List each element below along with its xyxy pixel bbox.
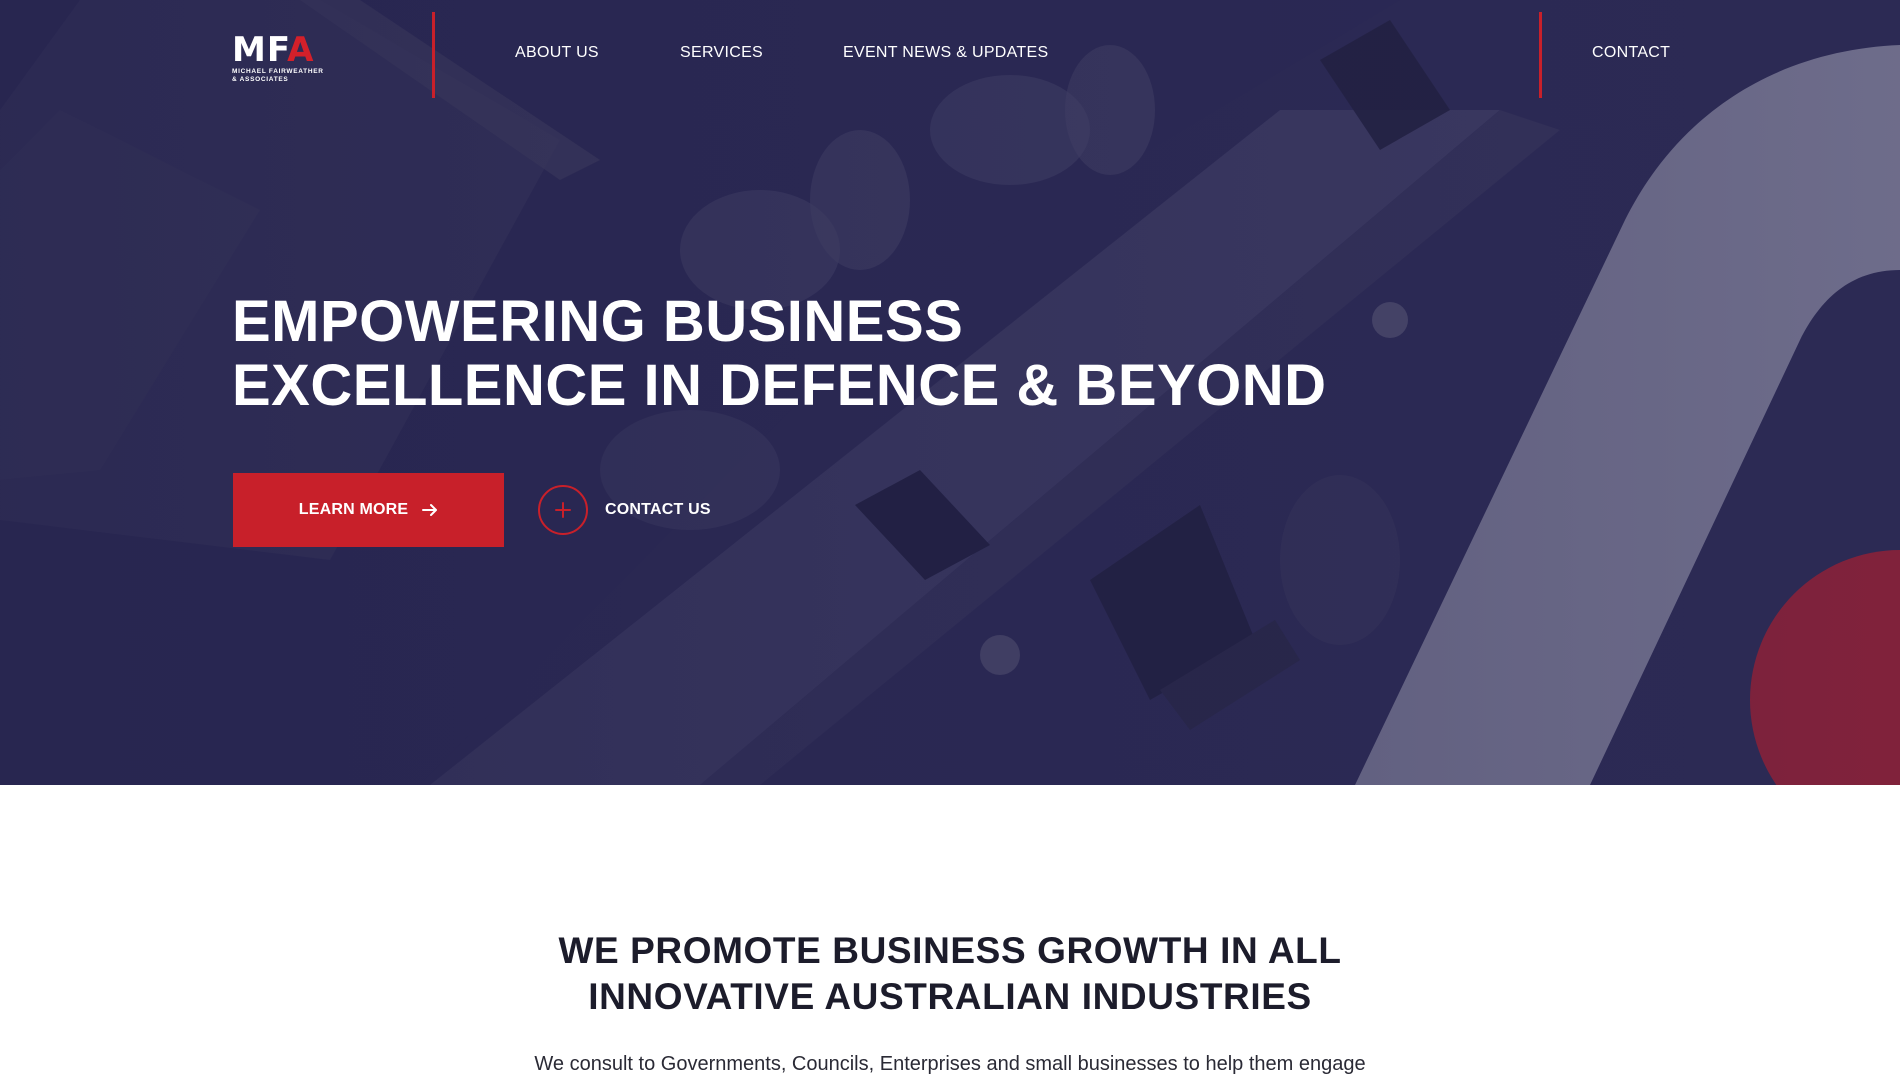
headline-bold-2: DEFENCE & BEYOND	[719, 353, 1327, 418]
intro-title-regular-2: IN ALL	[1209, 930, 1342, 971]
nav-contact[interactable]: CONTACT	[1592, 44, 1670, 62]
arrow-right-icon	[422, 504, 438, 516]
headline-bold-1: EMPOWERING	[232, 289, 647, 354]
hero-section: MFA MICHAEL FAIRWEATHER & ASSOCIATES ABO…	[0, 0, 1900, 785]
intro-title-bold: PROMOTE BUSINESS GROWTH	[630, 930, 1210, 971]
logo-mark: MFA	[232, 32, 342, 68]
logo[interactable]: MFA MICHAEL FAIRWEATHER & ASSOCIATES	[232, 32, 342, 84]
learn-more-button[interactable]: LEARN MORE	[233, 473, 504, 547]
logo-mark-accent: A	[287, 30, 315, 70]
intro-text: We consult to Governments, Councils, Ent…	[534, 1053, 1366, 1075]
intro-title-regular-1: WE	[558, 930, 631, 971]
hero-headline: EMPOWERING BUSINESS EXCELLENCE IN DEFENC…	[232, 290, 1327, 418]
headline-regular-1: BUSINESS	[646, 289, 964, 354]
intro-title-line-2: INNOVATIVE AUSTRALIAN INDUSTRIES	[588, 976, 1312, 1017]
site-header: MFA MICHAEL FAIRWEATHER & ASSOCIATES ABO…	[0, 0, 1900, 110]
page: MFA MICHAEL FAIRWEATHER & ASSOCIATES ABO…	[0, 0, 1900, 1076]
nav-divider-left	[432, 12, 435, 98]
intro-title: WE PROMOTE BUSINESS GROWTH IN ALL INNOVA…	[0, 928, 1900, 1020]
nav-divider-right	[1539, 12, 1542, 98]
plus-circle	[538, 485, 588, 535]
contact-us-label: CONTACT US	[605, 501, 711, 518]
plus-icon	[555, 502, 571, 518]
nav-about-us[interactable]: ABOUT US	[515, 44, 599, 62]
contact-us-link[interactable]: CONTACT US	[538, 485, 711, 535]
nav-event-news[interactable]: EVENT NEWS & UPDATES	[843, 44, 1048, 62]
intro-title-line-1: WE PROMOTE BUSINESS GROWTH IN ALL	[0, 928, 1900, 974]
logo-line2: & ASSOCIATES	[232, 76, 289, 83]
nav-services[interactable]: SERVICES	[680, 44, 763, 62]
headline-line-2: EXCELLENCE IN DEFENCE & BEYOND	[232, 354, 1327, 418]
headline-line-1: EMPOWERING BUSINESS	[232, 290, 1327, 354]
learn-more-label: LEARN MORE	[298, 501, 409, 518]
logo-mark-main: MF	[232, 30, 288, 70]
logo-line1: MICHAEL FAIRWEATHER	[232, 68, 324, 75]
headline-regular-2: EXCELLENCE IN	[232, 353, 720, 418]
